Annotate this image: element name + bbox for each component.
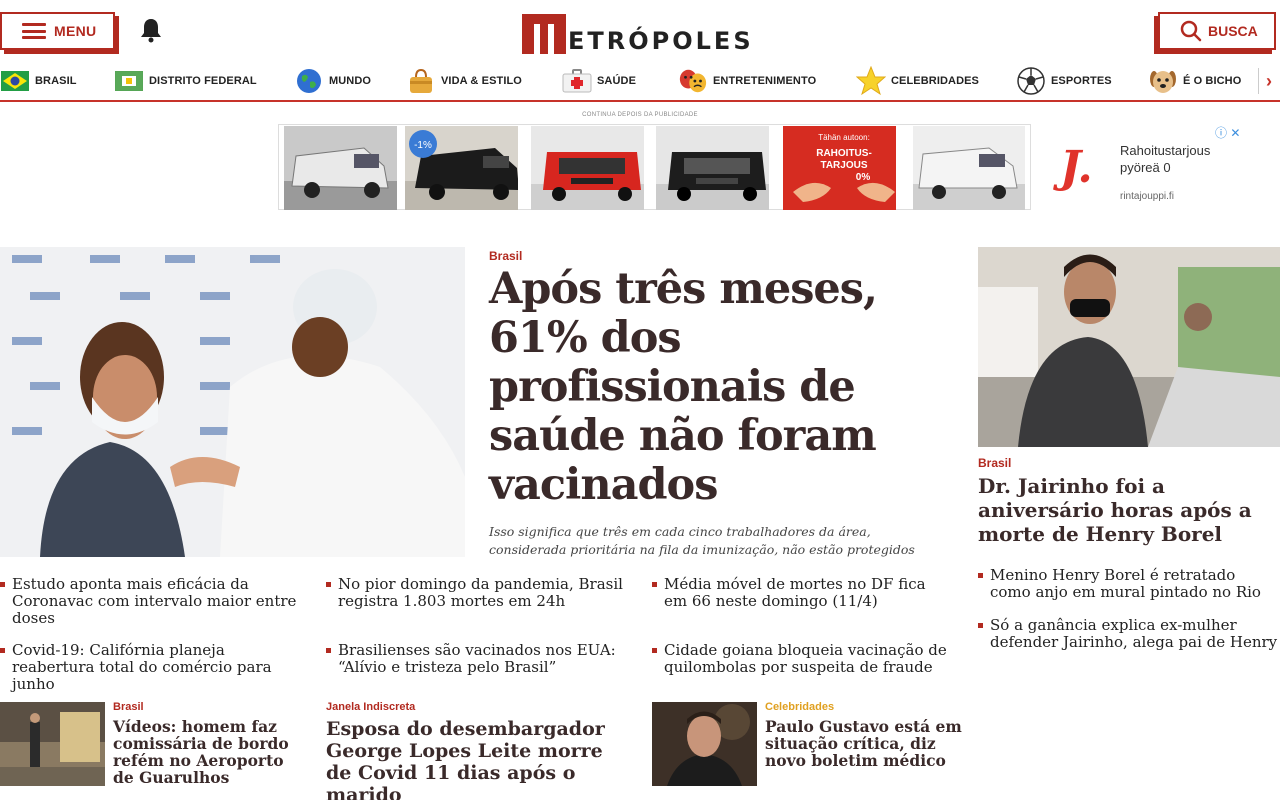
ad-promo-line1: Tähän autoon: (818, 133, 870, 142)
ad-info-close-icon[interactable]: ⓘ ✕ (1215, 124, 1240, 141)
card-thumbnail-airport[interactable] (0, 702, 105, 786)
nav-item-distrito-federal[interactable]: DISTRITO FEDERAL (114, 66, 257, 96)
category-nav: BRASIL DISTRITO FEDERAL MUNDO VIDA & EST… (0, 62, 1280, 102)
card-headline[interactable]: Paulo Gustavo está em situação crítica, … (765, 718, 965, 769)
lead-headline[interactable]: Após três meses, 61% dos profissionais d… (489, 265, 959, 510)
nav-item-vida-estilo[interactable]: VIDA & ESTILO (406, 66, 522, 96)
related-link[interactable]: Só a ganância explica ex-mulher defender… (978, 617, 1278, 651)
right-story-photo[interactable] (978, 247, 1280, 447)
nav-item-mundo[interactable]: MUNDO (294, 66, 371, 96)
related-link[interactable]: Brasilienses são vacinados nos EUA: “Alí… (326, 642, 626, 676)
ad-promo-line2: RAHOITUS- (816, 148, 872, 159)
ad-van-photo-3[interactable] (531, 126, 644, 210)
card-thumbnail-portrait[interactable] (652, 702, 757, 786)
right-headline[interactable]: Dr. Jairinho foi a aniversário horas apó… (978, 474, 1278, 546)
ad-banner[interactable]: -1% Tähän autoon: RAHOITUS- TARJOUS 0% (278, 124, 1031, 210)
menu-label: MENU (54, 23, 97, 39)
hamburger-icon (22, 23, 46, 39)
nav-item-brasil[interactable]: BRASIL (0, 66, 77, 96)
related-link[interactable]: Estudo aponta mais eficácia da Coronavac… (0, 576, 300, 627)
bell-icon[interactable] (139, 17, 163, 43)
menu-button[interactable]: MENU (0, 12, 115, 50)
nav-item-e-o-bicho[interactable]: É O BICHO (1148, 66, 1241, 96)
df-flag-icon (114, 68, 144, 94)
ad-discount-badge: -1% (414, 140, 432, 151)
nav-item-celebridades[interactable]: CELEBRIDADES (856, 66, 979, 96)
nav-scroll-right-icon[interactable]: › (1266, 71, 1272, 92)
nav-item-saude[interactable]: SAÚDE (562, 66, 636, 96)
ad-label: CONTINUA DEPOIS DA PUBLICIDADE (582, 112, 698, 118)
logo-wordmark: ETRÓPOLES (568, 27, 754, 55)
ad-van-photo-4[interactable] (656, 126, 769, 210)
related-link[interactable]: Covid-19: Califórnia planeja reabertura … (0, 642, 310, 693)
theater-masks-icon (678, 68, 708, 94)
search-button[interactable]: BUSCA (1158, 12, 1276, 50)
card-category[interactable]: Brasil (113, 701, 144, 713)
ad-van-photo-5[interactable] (913, 126, 1025, 210)
star-icon (856, 66, 886, 96)
card-category[interactable]: Celebridades (765, 701, 834, 713)
brazil-flag-icon (0, 68, 30, 94)
ad-title[interactable]: Rahoitustarjous pyöreä 0 (1120, 142, 1240, 176)
handbag-icon (406, 68, 436, 94)
ad-van-photo-2[interactable]: -1% (405, 126, 518, 210)
metropoles-logo[interactable]: ETRÓPOLES (522, 10, 754, 54)
nav-item-entretenimento[interactable]: ENTRETENIMENTO (678, 66, 816, 96)
ad-promo-rate: 0% (856, 172, 871, 183)
ad-financing-promo[interactable]: Tähän autoon: RAHOITUS- TARJOUS 0% (783, 126, 896, 210)
related-link[interactable]: Média móvel de mortes no DF fica em 66 n… (652, 576, 952, 610)
card-headline[interactable]: Esposa do desembargador George Lopes Lei… (326, 718, 626, 800)
ad-sidebar[interactable]: J. Rahoitustarjous pyöreä 0 rintajouppi.… (1040, 124, 1250, 210)
card-headline[interactable]: Vídeos: homem faz comissária de bordo re… (113, 718, 303, 786)
right-category[interactable]: Brasil (978, 456, 1011, 470)
nav-divider (1258, 68, 1259, 94)
lead-category[interactable]: Brasil (489, 249, 522, 263)
lead-story-photo[interactable] (0, 247, 465, 557)
ad-url[interactable]: rintajouppi.fi (1120, 191, 1174, 202)
nav-item-esportes[interactable]: ESPORTES (1016, 66, 1112, 96)
first-aid-kit-icon (562, 68, 592, 94)
related-link[interactable]: No pior domingo da pandemia, Brasil regi… (326, 576, 626, 610)
card-category[interactable]: Janela Indiscreta (326, 701, 415, 713)
related-link[interactable]: Menino Henry Borel é retratado como anjo… (978, 567, 1278, 601)
ad-van-photo-1[interactable] (284, 126, 397, 210)
search-icon (1180, 20, 1202, 42)
site-header: MENU ETRÓPOLES BUSCA (0, 0, 1280, 60)
advertiser-logo: J. (1060, 142, 1093, 193)
dog-icon (1148, 68, 1178, 94)
search-label: BUSCA (1208, 23, 1258, 39)
globe-icon (294, 68, 324, 94)
soccer-ball-icon (1016, 67, 1046, 95)
ad-promo-line3: TARJOUS (820, 160, 867, 171)
related-link[interactable]: Cidade goiana bloqueia vacinação de quil… (652, 642, 952, 676)
lead-subtitle: Isso significa que três em cada cinco tr… (489, 524, 915, 557)
logo-m-mark (522, 14, 566, 54)
